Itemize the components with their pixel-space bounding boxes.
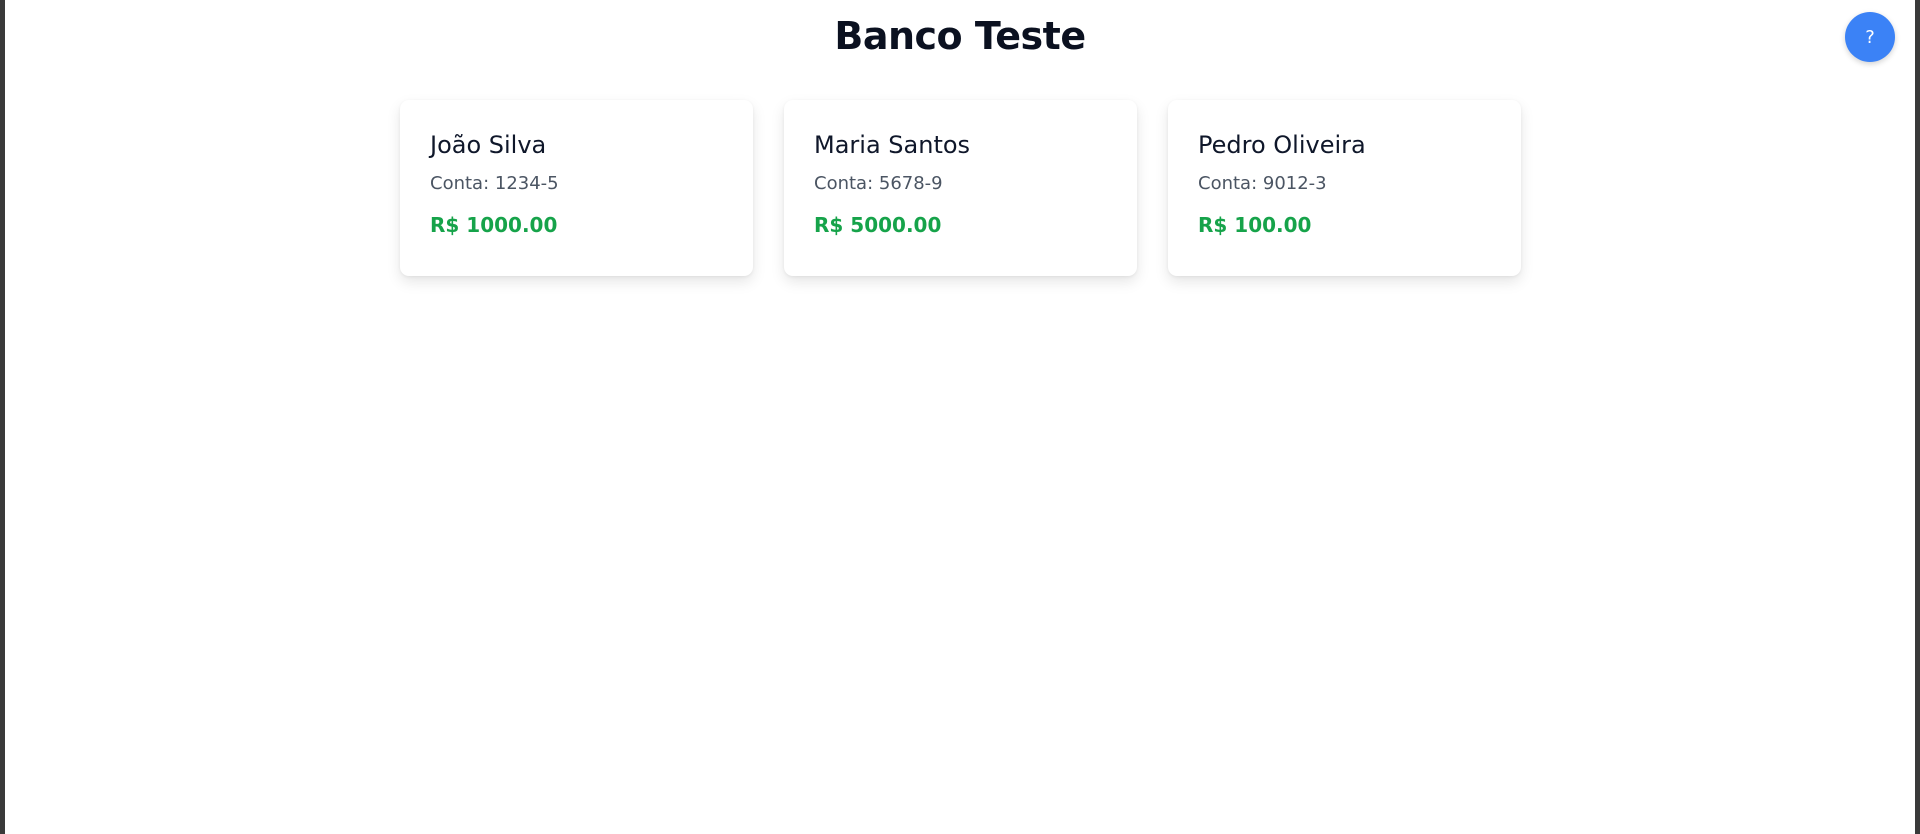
- help-button[interactable]: ?: [1845, 12, 1895, 62]
- page-title: Banco Teste: [834, 14, 1086, 58]
- account-holder-name: Pedro Oliveira: [1198, 131, 1366, 159]
- account-number: Conta: 1234-5: [430, 173, 559, 194]
- account-balance: R$ 5000.00: [814, 213, 942, 237]
- account-holder-name: João Silva: [430, 131, 547, 159]
- account-cards: João Silva Conta: 1234-5 R$ 1000.00 Mari…: [400, 100, 1521, 276]
- account-card-joao-silva[interactable]: João Silva Conta: 1234-5 R$ 1000.00: [400, 100, 753, 276]
- account-card-pedro-oliveira[interactable]: Pedro Oliveira Conta: 9012-3 R$ 100.00: [1168, 100, 1521, 276]
- account-holder-name: Maria Santos: [814, 131, 971, 159]
- account-number: Conta: 9012-3: [1198, 173, 1327, 194]
- account-balance: R$ 1000.00: [430, 213, 558, 237]
- account-number: Conta: 5678-9: [814, 173, 943, 194]
- window-border-right: [1915, 0, 1920, 834]
- account-balance: R$ 100.00: [1198, 213, 1312, 237]
- window-border-left: [0, 0, 5, 834]
- account-card-maria-santos[interactable]: Maria Santos Conta: 5678-9 R$ 5000.00: [784, 100, 1137, 276]
